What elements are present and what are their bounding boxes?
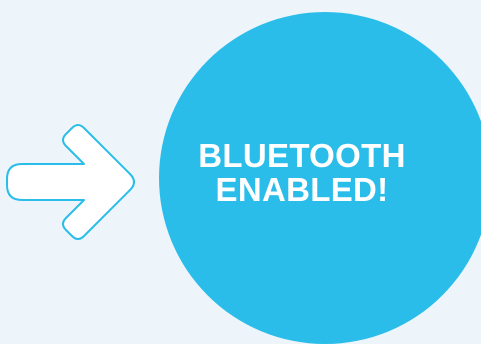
bluetooth-status-badge: BLUETOOTH ENABLED!	[159, 12, 481, 344]
status-message: BLUETOOTH ENABLED!	[172, 139, 432, 207]
status-line-2: ENABLED!	[215, 171, 389, 208]
screen: { "badge": { "line1": "BLUETOOTH", "line…	[0, 0, 481, 344]
arrow-right-icon	[0, 118, 150, 243]
status-line-1: BLUETOOTH	[198, 137, 406, 174]
